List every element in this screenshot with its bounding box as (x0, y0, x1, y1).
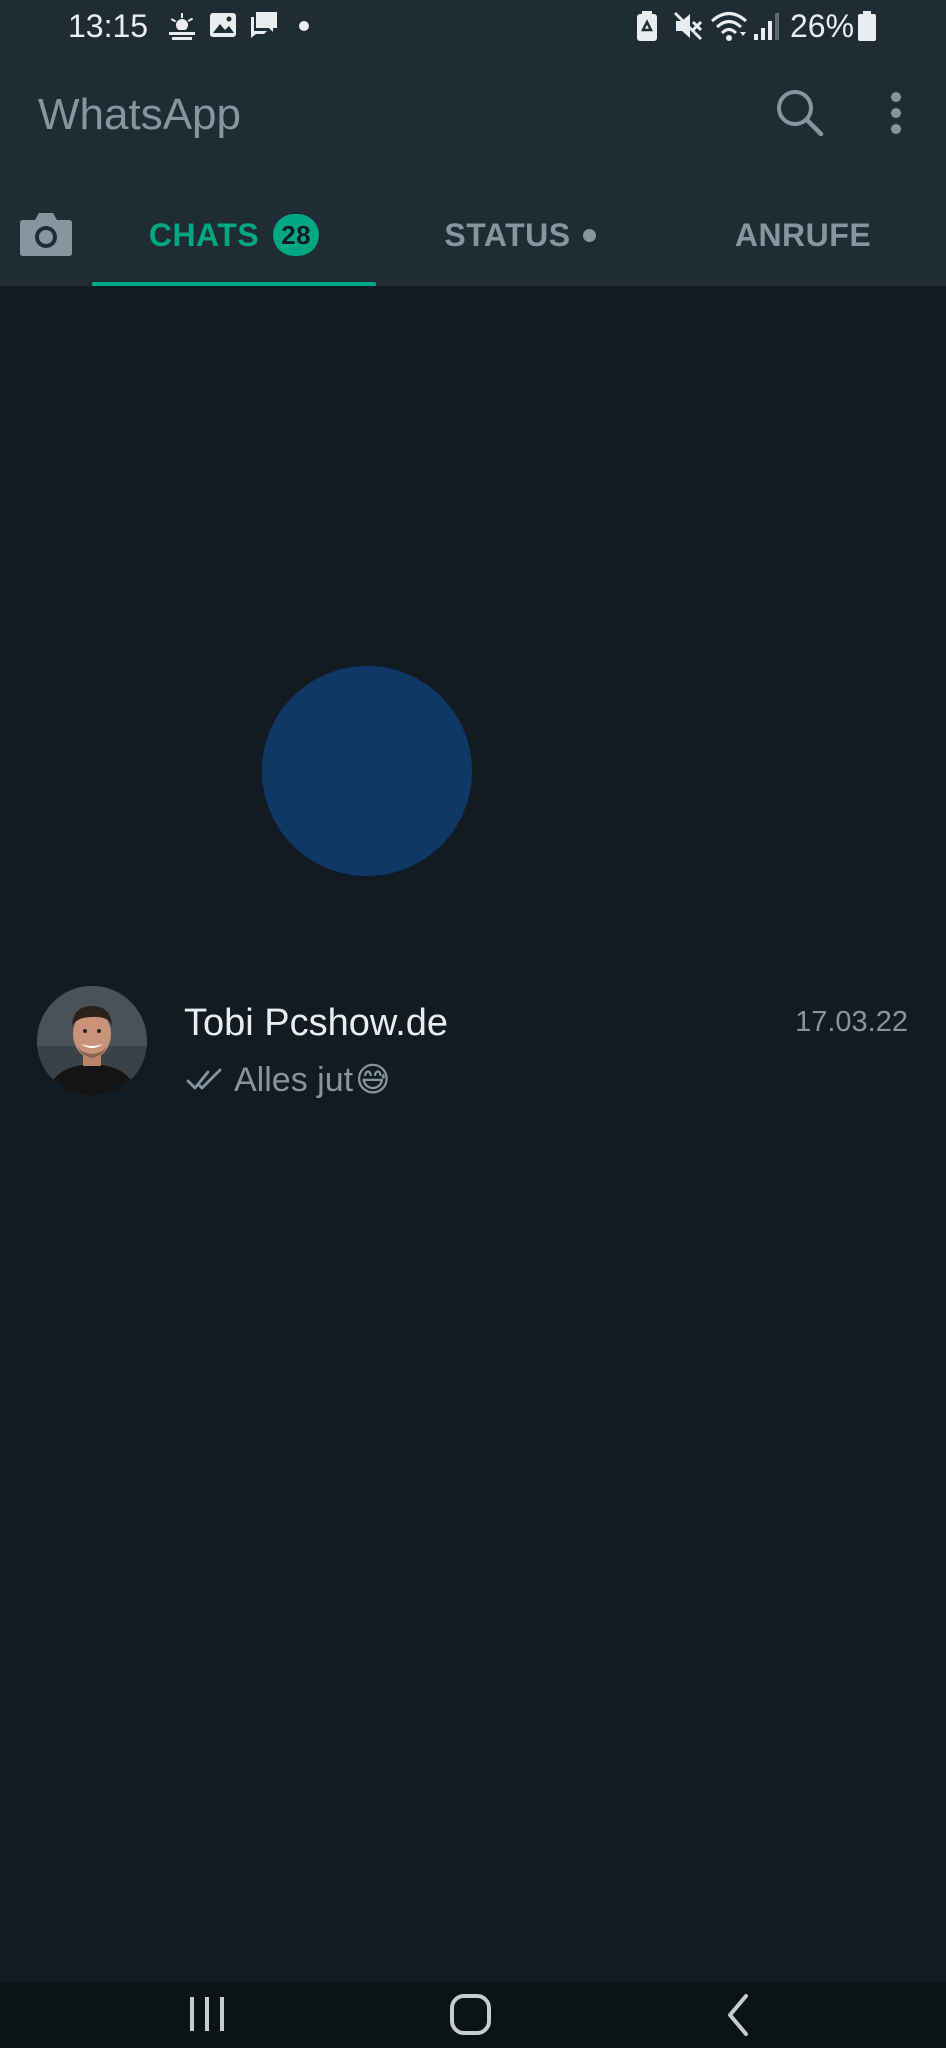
recents-icon[interactable] (184, 1990, 230, 2040)
more-vert-icon (891, 92, 901, 134)
home-icon[interactable] (448, 1990, 494, 2040)
navigation-bar (0, 1982, 946, 2048)
status-time: 13:15 (68, 8, 149, 44)
tab-chats-label: CHATS (148, 216, 260, 253)
tab-chats[interactable]: CHATS 28 (92, 184, 376, 286)
unread-badge: 28 (273, 214, 320, 256)
dot-icon (299, 21, 309, 31)
search-icon (777, 90, 824, 137)
sweat-smile-emoji-icon: 😅 (355, 1061, 391, 1099)
tab-status[interactable]: STATUS (400, 184, 640, 286)
chat-timestamp: 17.03.22 (795, 1006, 908, 1038)
more-options-button[interactable] (874, 86, 918, 140)
double-check-icon (186, 1068, 222, 1090)
tab-camera[interactable] (18, 208, 74, 258)
tab-bar: CHATS 28 STATUS ANRUFE (0, 184, 946, 286)
battery-percent: 26% (790, 8, 855, 44)
battery-icon (858, 11, 876, 41)
app-title: WhatsApp (38, 90, 241, 139)
search-button[interactable] (773, 86, 827, 140)
tab-status-label: STATUS (444, 216, 571, 253)
tab-calls-label: ANRUFE (734, 216, 872, 253)
chat-preview: Alles jut 😅 (186, 1060, 391, 1100)
back-icon[interactable] (718, 1990, 758, 2040)
status-bar: 13:15 26% (0, 0, 946, 54)
avatar[interactable] (37, 986, 147, 1096)
app-bar: WhatsApp (0, 54, 946, 184)
chat-item[interactable]: Tobi Pcshow.de 17.03.22 Alles jut 😅 (0, 976, 946, 1116)
chat-preview-text: Alles jut (234, 1060, 354, 1099)
chat-list: Tobi Pcshow.de 17.03.22 Alles jut 😅 (0, 286, 946, 1982)
wifi-icon (711, 12, 747, 41)
gallery-icon (210, 13, 236, 37)
camera-icon (20, 213, 72, 256)
screen: 13:15 26% WhatsApp CHATS 28 STATUS ANRUF… (0, 0, 946, 2048)
signal-icon (754, 13, 779, 40)
battery-saver-icon (637, 11, 657, 41)
message-icon (251, 12, 277, 38)
status-update-dot (582, 228, 596, 242)
tab-calls[interactable]: ANRUFE (680, 184, 926, 286)
contact-photo (37, 986, 147, 1096)
weather-icon (169, 13, 195, 40)
chat-name: Tobi Pcshow.de (184, 1002, 449, 1044)
mute-icon (673, 11, 703, 41)
